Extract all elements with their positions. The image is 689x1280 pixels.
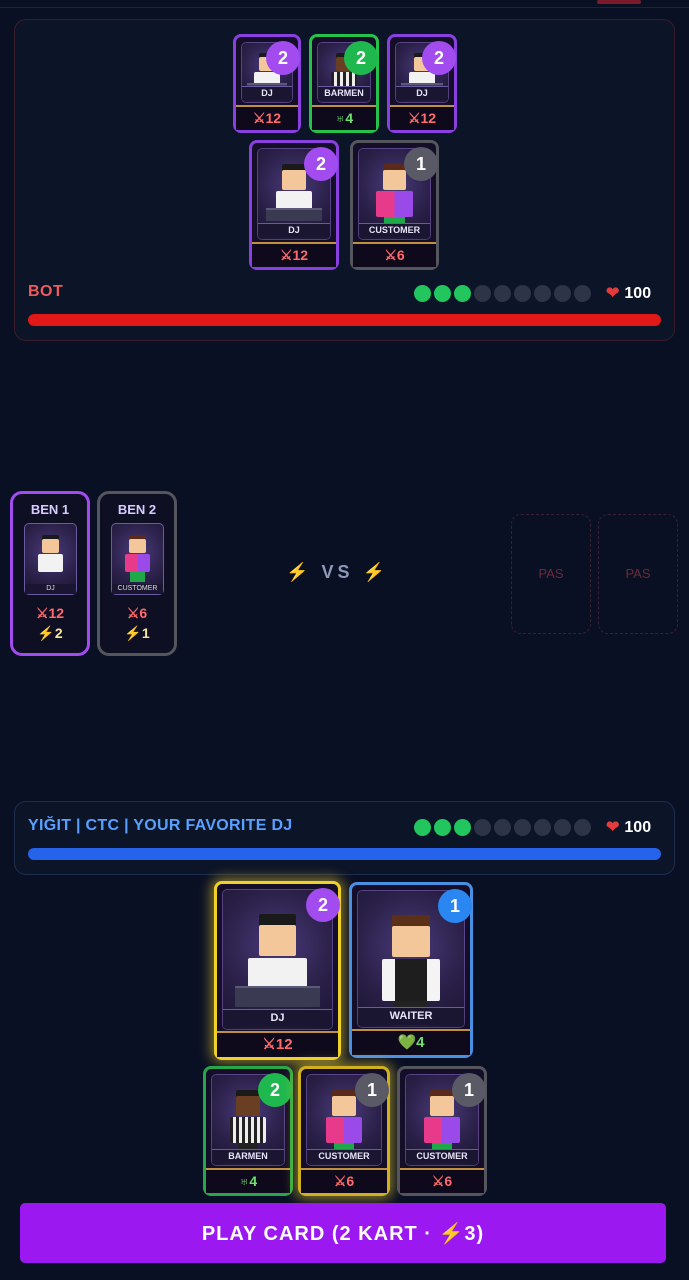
card-customer[interactable]: CUSTOMER ⚔6 1 (397, 1066, 487, 1196)
energy-dot (454, 285, 471, 302)
card-stat: ♅4 (312, 105, 376, 130)
cost-badge: 1 (452, 1073, 486, 1107)
slot-title: BEN 2 (117, 502, 157, 517)
card-stat: 💚4 (352, 1029, 470, 1055)
energy-dot (414, 285, 431, 302)
vs-text: VS (321, 562, 354, 582)
top-tab-indicator (597, 0, 641, 4)
energy-dot (534, 285, 551, 302)
energy-dot (574, 285, 591, 302)
cost-badge: 2 (258, 1073, 292, 1107)
card-stat: ⚔12 (390, 105, 454, 130)
card-name: CUSTOMER (406, 1149, 478, 1163)
heart-icon: ❤ (606, 819, 620, 836)
card-stat: ⚔6 (353, 242, 436, 267)
slot-attack: ⚔12 (35, 605, 65, 621)
cost-badge: 2 (304, 147, 338, 181)
player-health-bar (28, 848, 661, 860)
energy-dot (474, 819, 491, 836)
card-stat: ⚔12 (252, 242, 336, 267)
card-name: DJ (258, 223, 330, 237)
play-card-button[interactable]: PLAY CARD (2 KART · ⚡3) (20, 1203, 666, 1263)
player-energy-dots (414, 819, 591, 836)
card-dj[interactable]: DJ ⚔12 2 (249, 140, 339, 270)
card-stat: ⚔6 (400, 1168, 484, 1193)
card-dj[interactable]: DJ ⚔12 2 (214, 881, 341, 1060)
slot-card-name: DJ (25, 584, 76, 594)
lightning-icon: ⚡ (362, 562, 389, 582)
player-hp-value: 100 (624, 819, 652, 836)
top-divider (0, 0, 689, 8)
energy-dot (574, 819, 591, 836)
player-panel (14, 801, 675, 875)
card-waiter[interactable]: WAITER 💚4 1 (349, 882, 473, 1058)
energy-dot (554, 285, 571, 302)
slot-card-name: CUSTOMER (112, 584, 163, 594)
bot-hp: ❤ 100 (606, 283, 651, 303)
card-name: DJ (223, 1009, 332, 1027)
energy-dot (434, 285, 451, 302)
cost-badge: 2 (422, 41, 456, 75)
energy-dot (514, 285, 531, 302)
energy-dot (554, 819, 571, 836)
card-stat: ⚔12 (236, 105, 298, 130)
energy-dot (434, 819, 451, 836)
energy-dot (474, 285, 491, 302)
battle-slot-1[interactable]: BEN 1 DJ ⚔12 ⚡2 (10, 491, 90, 656)
cost-badge: 2 (306, 888, 340, 922)
card-stat: ⚔6 (301, 1168, 387, 1193)
slot-title: BEN 1 (30, 502, 70, 517)
battle-slot-2[interactable]: BEN 2 CUSTOMER ⚔6 ⚡1 (97, 491, 177, 656)
bot-energy-dots (414, 285, 591, 302)
player-name: YIĞIT | CTC | YOUR FAVORITE DJ (28, 817, 293, 834)
cost-badge: 2 (266, 41, 300, 75)
lightning-icon: ⚡ (286, 562, 313, 582)
card-dj[interactable]: DJ ⚔12 2 (387, 34, 457, 133)
versus-label: ⚡ VS ⚡ (286, 562, 389, 583)
card-name: CUSTOMER (307, 1149, 381, 1163)
card-name: BARMEN (318, 86, 370, 100)
energy-dot (534, 819, 551, 836)
card-stat: ⚔12 (217, 1031, 338, 1057)
opponent-slot-1: PAS (511, 514, 591, 634)
energy-dot (454, 819, 471, 836)
card-name: DJ (396, 86, 448, 100)
bot-health-bar (28, 314, 661, 326)
cost-badge: 1 (404, 147, 438, 181)
card-name: WAITER (358, 1007, 464, 1025)
heart-icon: ❤ (606, 285, 620, 302)
card-name: BARMEN (212, 1149, 284, 1163)
slot-energy: ⚡1 (124, 625, 150, 641)
energy-dot (514, 819, 531, 836)
card-barmen[interactable]: BARMEN ♅4 2 (309, 34, 379, 133)
energy-dot (414, 819, 431, 836)
cost-badge: 1 (438, 889, 472, 923)
card-name: DJ (242, 86, 292, 100)
slot-energy: ⚡2 (37, 625, 63, 641)
player-hp: ❤ 100 (606, 817, 651, 837)
card-barmen[interactable]: BARMEN ♅4 2 (203, 1066, 293, 1196)
card-stat: ♅4 (206, 1168, 290, 1193)
cost-badge: 2 (344, 41, 378, 75)
bot-name: BOT (28, 283, 64, 300)
energy-dot (494, 285, 511, 302)
card-dj[interactable]: DJ ⚔12 2 (233, 34, 301, 133)
card-name: CUSTOMER (359, 223, 430, 237)
card-customer[interactable]: CUSTOMER ⚔6 1 (298, 1066, 390, 1196)
card-customer[interactable]: CUSTOMER ⚔6 1 (350, 140, 439, 270)
bot-hp-value: 100 (624, 285, 652, 302)
energy-dot (494, 819, 511, 836)
opponent-slot-2: PAS (598, 514, 678, 634)
slot-attack: ⚔6 (126, 605, 148, 621)
cost-badge: 1 (355, 1073, 389, 1107)
